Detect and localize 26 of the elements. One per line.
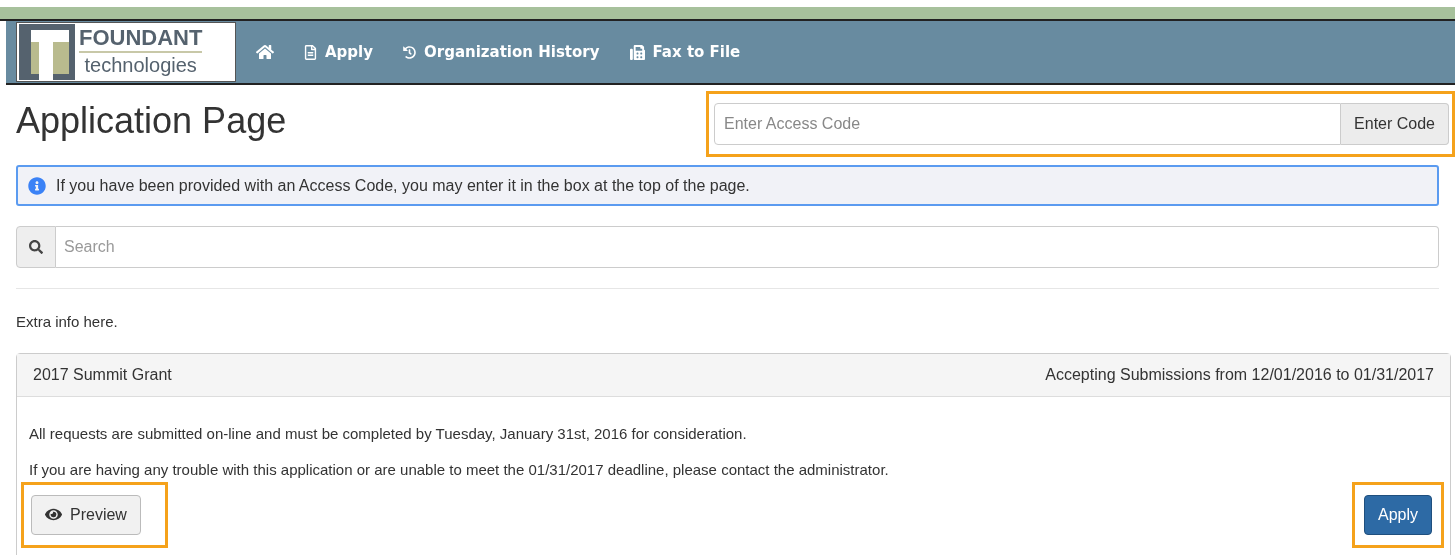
nav-link[interactable]: Organization History	[395, 34, 608, 70]
search-field[interactable]: Search	[56, 226, 1439, 268]
eye-icon	[45, 506, 62, 523]
page-title: Application Page	[16, 103, 287, 139]
grant-paragraph: If you are having any trouble with this application or are unable to meet the 01/31/2017 deadline, please contact the administrator.	[29, 459, 890, 480]
info-icon	[28, 176, 46, 195]
grant-paragraph: All requests are submitted on-line and must be completed by Tuesday, January 31st, 2016 for consideration.	[29, 423, 748, 444]
document-icon	[304, 44, 317, 60]
nav-link[interactable]: Apply	[296, 34, 381, 70]
access-code-field[interactable]: Enter Access Code	[714, 103, 1342, 145]
search-icon	[29, 240, 43, 254]
submission-dates: Accepting Submissions from 12/01/2016 to 01/31/2017	[1045, 364, 1434, 385]
logo-tagline: technologies	[84, 52, 197, 78]
logo-mark-icon	[19, 24, 75, 80]
logo-name: FOUNDANT	[79, 26, 203, 53]
grant-title: 2017 Summit Grant	[33, 364, 172, 385]
logo[interactable]: FOUNDANT technologies	[16, 22, 236, 82]
enter-code-button[interactable]: Enter Code	[1341, 103, 1449, 145]
apply-button[interactable]: Apply	[1364, 494, 1432, 535]
info-text: If you have been provided with an Access Code, you may enter it in the box at the top of the page.	[56, 175, 750, 196]
extra-info-text: Extra info here.	[16, 312, 119, 332]
home-icon	[256, 43, 274, 61]
fax-icon	[629, 44, 645, 60]
nav-link[interactable]: Fax to File	[621, 34, 749, 70]
preview-button[interactable]: Preview	[31, 494, 141, 535]
history-icon	[403, 45, 416, 59]
